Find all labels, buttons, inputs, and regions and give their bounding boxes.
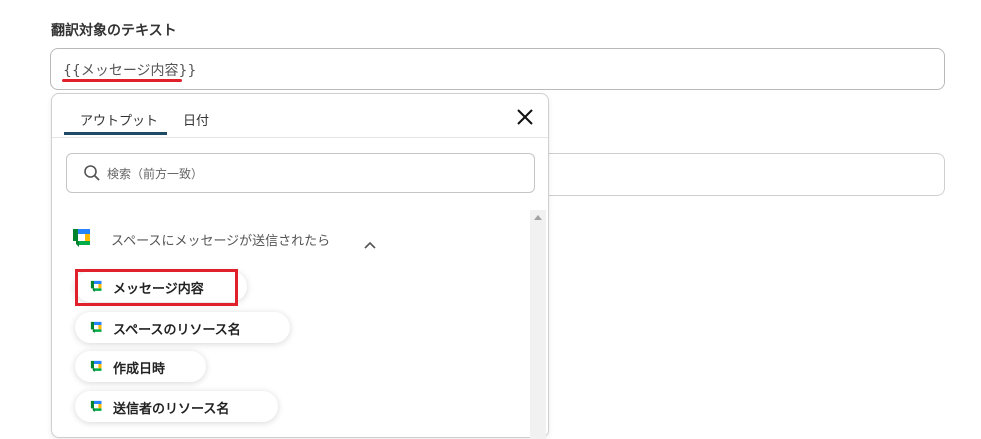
google-chat-icon [89, 359, 104, 378]
group-header-chat-trigger[interactable]: スペースにメッセージが送信されたら [70, 226, 376, 250]
google-chat-icon [89, 399, 104, 418]
second-input-field[interactable] [540, 153, 945, 196]
output-item-message-content[interactable]: メッセージ内容 [75, 271, 247, 302]
text-input-field[interactable]: {{メッセージ内容}} [50, 48, 945, 90]
tab-bar: アウトプット 日付 [52, 94, 548, 138]
field-label: 翻訳対象のテキスト [51, 23, 177, 39]
search-box [66, 153, 535, 193]
chevron-up-icon[interactable] [364, 234, 376, 253]
output-item-created-at[interactable]: 作成日時 [75, 351, 206, 382]
active-tab-indicator [64, 132, 167, 135]
output-item-label: スペースのリソース名 [113, 323, 241, 338]
tab-date[interactable]: 日付 [183, 110, 209, 129]
group-label: スペースにメッセージが送信されたら [111, 234, 331, 249]
output-item-sender-resource-name[interactable]: 送信者のリソース名 [75, 391, 278, 422]
scroll-up-arrow-icon[interactable] [534, 215, 542, 220]
scrollbar[interactable] [530, 210, 546, 439]
field-value: {{メッセージ内容}} [63, 63, 197, 79]
output-item-label: 作成日時 [113, 362, 166, 377]
search-input[interactable] [105, 162, 529, 186]
google-chat-icon [89, 320, 104, 339]
search-icon [83, 164, 101, 182]
google-chat-icon [70, 226, 94, 254]
output-picker-popup: アウトプット 日付 検索（前方一致） スペースにメッセージが送信されたら メッセ… [51, 93, 549, 439]
google-chat-icon [89, 279, 104, 298]
annotation-underline [62, 79, 182, 82]
output-item-label: 送信者のリソース名 [113, 402, 230, 417]
output-item-space-resource-name[interactable]: スペースのリソース名 [75, 312, 290, 343]
output-item-label: メッセージ内容 [113, 282, 204, 297]
tab-output[interactable]: アウトプット [80, 110, 158, 129]
close-icon[interactable] [514, 106, 536, 128]
